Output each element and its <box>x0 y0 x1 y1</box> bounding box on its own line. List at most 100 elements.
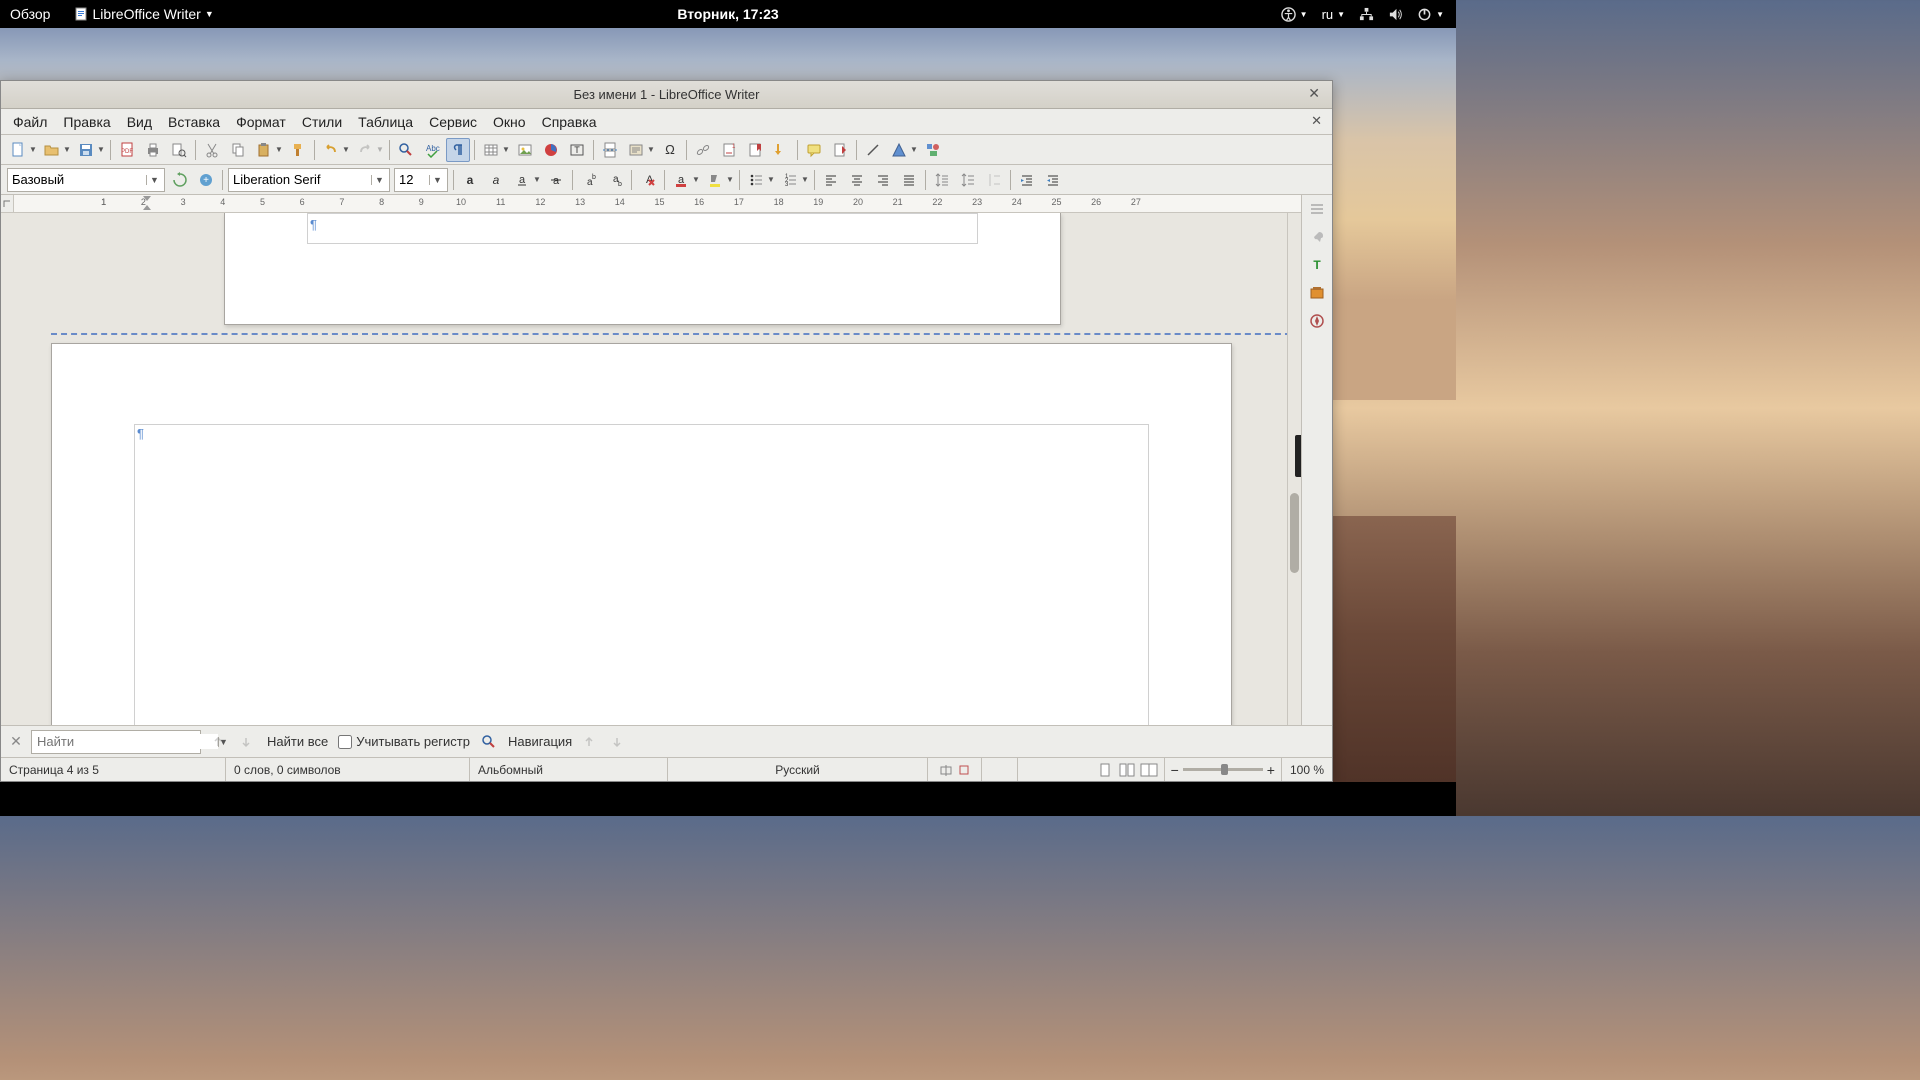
window-close-button[interactable]: ✕ <box>1304 85 1324 102</box>
align-justify-button[interactable] <box>897 168 921 192</box>
align-right-button[interactable] <box>871 168 895 192</box>
clock[interactable]: Вторник, 17:23 <box>677 6 778 22</box>
window-titlebar[interactable]: Без имени 1 - LibreOffice Writer ✕ <box>1 81 1332 109</box>
bullet-list-button[interactable] <box>744 168 768 192</box>
zoom-track[interactable] <box>1183 768 1263 771</box>
find-close-button[interactable]: ✕ <box>7 733 25 751</box>
find-text-field[interactable] <box>32 734 218 749</box>
strikethrough-button[interactable]: a <box>544 168 568 192</box>
line-spacing-2-button[interactable] <box>982 168 1006 192</box>
menu-table[interactable]: Таблица <box>350 111 421 133</box>
print-button[interactable] <box>141 138 165 162</box>
new-dropdown[interactable]: ▼ <box>29 138 37 162</box>
horizontal-ruler[interactable]: 1123456789101112131415161718192021222324… <box>14 195 1301 212</box>
menu-view[interactable]: Вид <box>119 111 160 133</box>
status-word-count[interactable]: 0 слов, 0 символов <box>226 758 470 781</box>
keyboard-layout[interactable]: ru▼ <box>1316 3 1351 26</box>
find-prev-button[interactable] <box>207 731 229 753</box>
sidebar-navigator-button[interactable] <box>1305 309 1329 333</box>
paragraph-style-combo[interactable]: Базовый ▼ <box>7 168 165 192</box>
app-menu[interactable]: LibreOffice Writer ▼ <box>64 2 223 26</box>
chevron-down-icon[interactable]: ▼ <box>146 175 160 185</box>
decrease-indent-button[interactable] <box>1041 168 1065 192</box>
subscript-button[interactable]: ab <box>603 168 627 192</box>
save-dropdown[interactable]: ▼ <box>97 138 105 162</box>
font-name-combo[interactable]: Liberation Serif ▼ <box>228 168 390 192</box>
menu-help[interactable]: Справка <box>534 111 605 133</box>
zoom-knob[interactable] <box>1221 764 1228 775</box>
new-style-button[interactable]: + <box>194 168 218 192</box>
zoom-percent[interactable]: 100 % <box>1282 763 1332 777</box>
menu-format[interactable]: Формат <box>228 111 294 133</box>
status-page[interactable]: Страница 4 из 5 <box>1 758 226 781</box>
status-signature[interactable] <box>982 758 1018 781</box>
sidebar-gallery-button[interactable] <box>1305 281 1329 305</box>
underline-button[interactable]: a <box>510 168 534 192</box>
italic-button[interactable]: a <box>484 168 508 192</box>
insert-bookmark-button[interactable] <box>743 138 767 162</box>
number-dropdown[interactable]: ▼ <box>801 168 809 192</box>
line-spacing-1-button[interactable] <box>930 168 954 192</box>
insert-cross-ref-button[interactable] <box>769 138 793 162</box>
open-dropdown[interactable]: ▼ <box>63 138 71 162</box>
menu-insert[interactable]: Вставка <box>160 111 228 133</box>
cut-button[interactable] <box>200 138 224 162</box>
highlight-button[interactable] <box>703 168 727 192</box>
menu-window[interactable]: Окно <box>485 111 534 133</box>
zoom-slider[interactable]: − + <box>1165 758 1282 781</box>
menu-styles[interactable]: Стили <box>294 111 350 133</box>
match-case-checkbox[interactable]: Учитывать регистр <box>338 734 470 749</box>
open-button[interactable] <box>40 138 64 162</box>
gnome-taskbar[interactable] <box>0 782 1456 816</box>
table-dropdown[interactable]: ▼ <box>502 138 510 162</box>
bullet-dropdown[interactable]: ▼ <box>767 168 775 192</box>
document-close-button[interactable]: ✕ <box>1307 113 1326 129</box>
zoom-out-button[interactable]: − <box>1171 762 1179 778</box>
font-color-button[interactable]: a <box>669 168 693 192</box>
chevron-down-icon[interactable]: ▼ <box>429 175 443 185</box>
insert-field-button[interactable] <box>624 138 648 162</box>
align-center-button[interactable] <box>845 168 869 192</box>
highlight-dropdown[interactable]: ▼ <box>726 168 734 192</box>
activities-button[interactable]: Обзор <box>0 2 60 26</box>
page-current[interactable]: ¶ <box>51 343 1232 725</box>
power-menu[interactable]: ▼ <box>1411 3 1450 26</box>
match-case-input[interactable] <box>338 735 352 749</box>
status-language[interactable]: Русский <box>668 758 928 781</box>
network-icon[interactable] <box>1353 3 1380 26</box>
insert-line-button[interactable] <box>861 138 885 162</box>
font-size-combo[interactable]: 12 ▼ <box>394 168 448 192</box>
status-insert-mode[interactable] <box>928 758 982 781</box>
insert-page-break-button[interactable] <box>598 138 622 162</box>
menu-edit[interactable]: Правка <box>55 111 118 133</box>
export-pdf-button[interactable]: PDF <box>115 138 139 162</box>
chevron-down-icon[interactable]: ▼ <box>371 175 385 185</box>
undo-dropdown[interactable]: ▼ <box>342 138 350 162</box>
find-other-options-button[interactable] <box>477 730 501 754</box>
clear-formatting-button[interactable]: A <box>636 168 660 192</box>
nav-prev-button[interactable] <box>578 731 600 753</box>
single-page-view-button[interactable] <box>1094 761 1116 779</box>
increase-indent-button[interactable] <box>1015 168 1039 192</box>
find-replace-button[interactable] <box>394 138 418 162</box>
accessibility-menu[interactable]: ▼ <box>1275 3 1314 26</box>
zoom-in-button[interactable]: + <box>1267 762 1275 778</box>
document-scroll[interactable]: ¶ ¶ <box>1 213 1301 725</box>
line-spacing-15-button[interactable] <box>956 168 980 192</box>
multi-page-view-button[interactable] <box>1116 761 1138 779</box>
insert-hyperlink-button[interactable] <box>691 138 715 162</box>
menu-file[interactable]: Файл <box>5 111 55 133</box>
redo-button[interactable] <box>353 138 377 162</box>
font-color-dropdown[interactable]: ▼ <box>692 168 700 192</box>
show-draw-functions-button[interactable] <box>921 138 945 162</box>
basic-shapes-button[interactable] <box>887 138 911 162</box>
undo-button[interactable] <box>319 138 343 162</box>
align-left-button[interactable] <box>819 168 843 192</box>
ruler-corner[interactable] <box>1 195 14 213</box>
find-next-button[interactable] <box>235 731 257 753</box>
new-button[interactable] <box>6 138 30 162</box>
formatting-marks-button[interactable] <box>446 138 470 162</box>
insert-footnote-button[interactable]: 1 <box>717 138 741 162</box>
print-preview-button[interactable] <box>167 138 191 162</box>
update-style-button[interactable] <box>168 168 192 192</box>
